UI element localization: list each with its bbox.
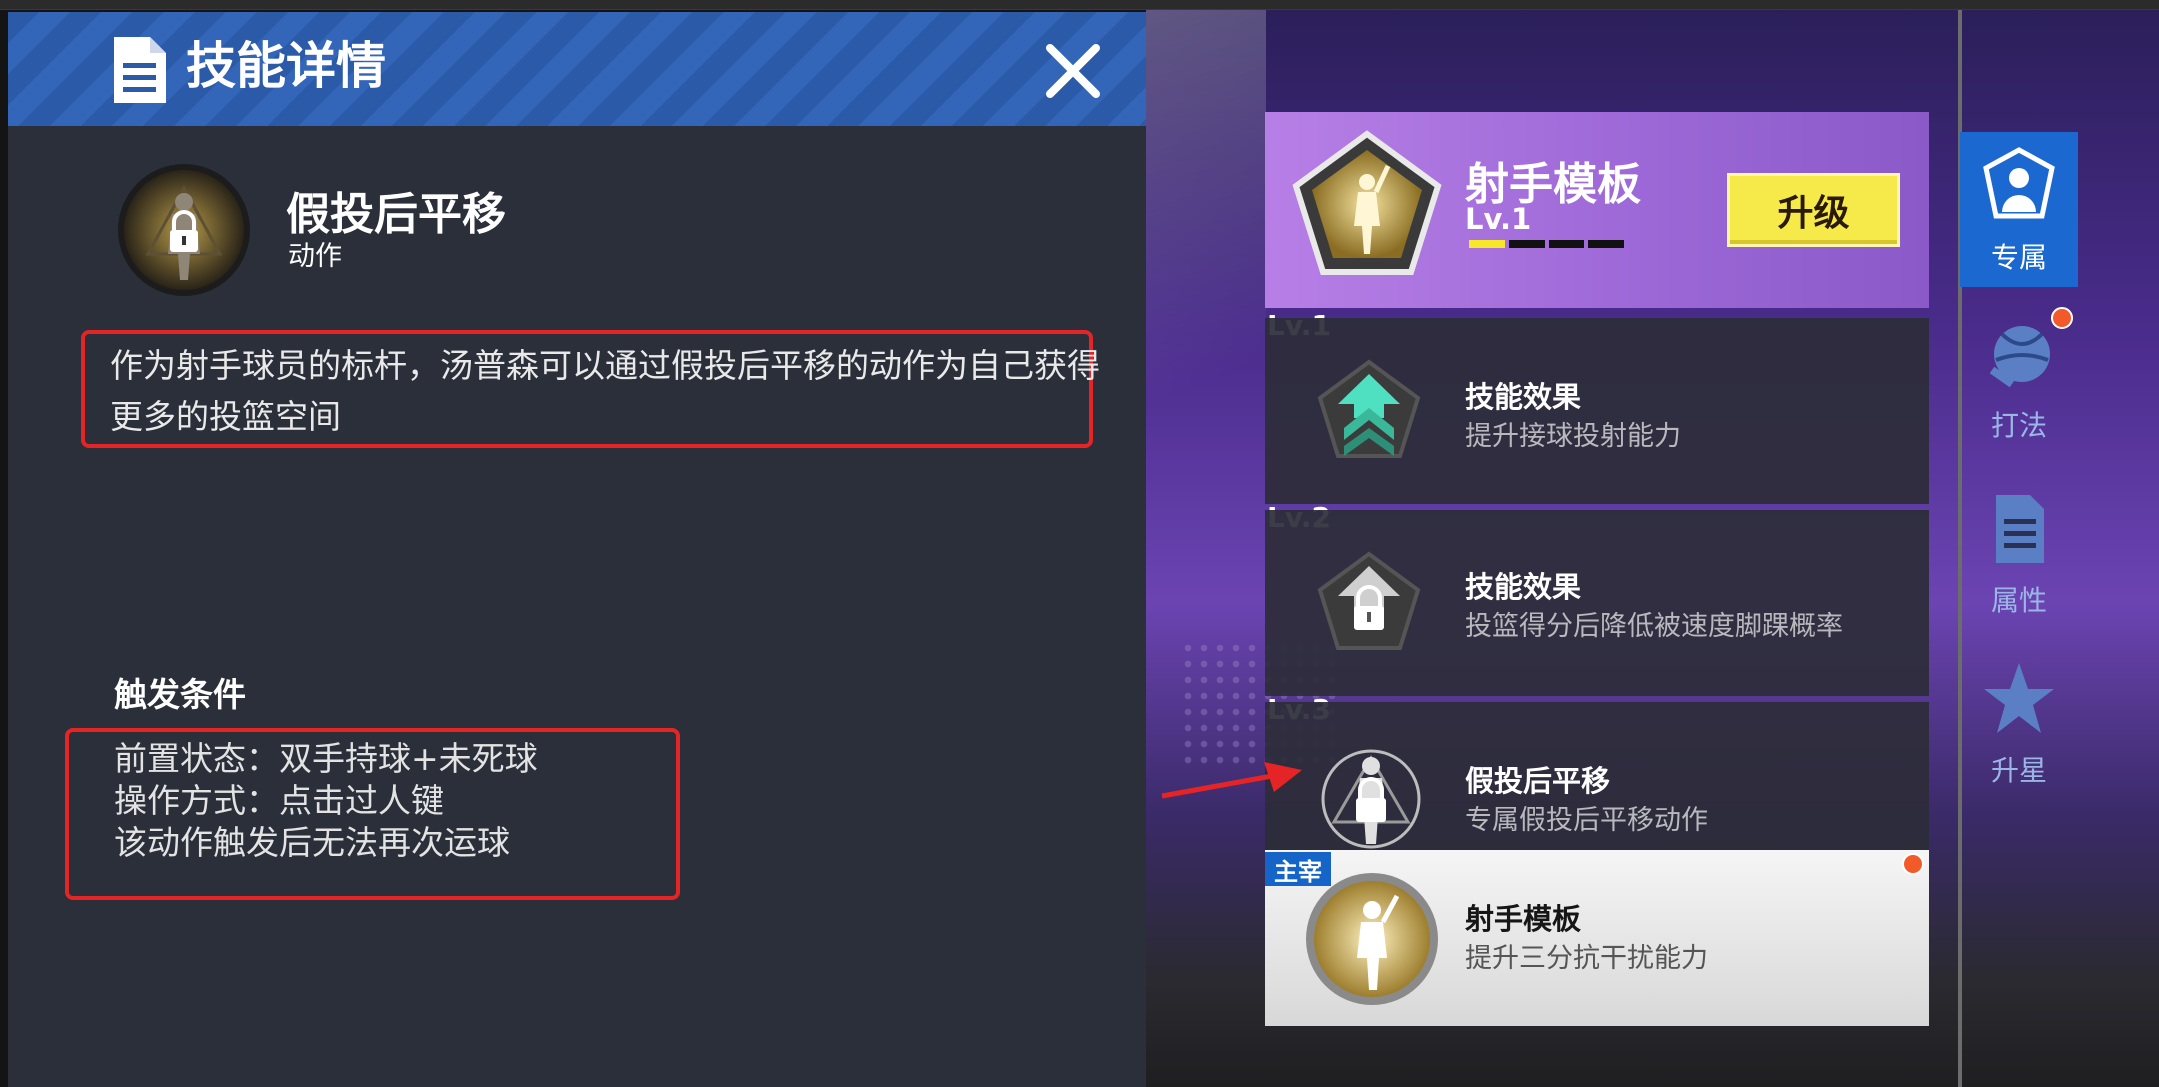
attribute-doc-icon [1996, 495, 2044, 563]
progress-segment [1469, 240, 1505, 248]
level-effect-title: 技能效果 [1465, 570, 1582, 604]
level-effect-desc: 投篮得分后降低被速度脚踝概率 [1465, 611, 1843, 642]
detail-header [8, 12, 1146, 126]
level-effect-title: 假投后平移 [1465, 764, 1611, 798]
tab-exclusive[interactable]: 专属 [1960, 132, 2078, 287]
main-skill-title: 射手模板 [1465, 902, 1582, 936]
level-effect-desc: 专属假投后平移动作 [1465, 805, 1708, 836]
game-screen: 技能详情 假投后平移 动作 作为射手球员的标杆，汤普森可以通过假投后平移的动作为… [0, 0, 2159, 1087]
tab-star-up[interactable]: 升星 [1960, 645, 2078, 800]
arrow-up-icon [1317, 359, 1421, 458]
basketball-notify-icon [1902, 853, 1924, 875]
locked-skill-icon [1321, 749, 1421, 849]
template-level: Lv.1 [1465, 202, 1532, 236]
annotation-arrow [1161, 762, 1302, 799]
condition-item: 操作方式：点击过人键 [114, 781, 444, 820]
star-icon [1984, 663, 2054, 733]
playstyle-notify-icon [2051, 307, 2073, 329]
skill-type: 动作 [288, 241, 342, 272]
level-effect-title: 技能效果 [1465, 380, 1582, 414]
playstyle-icon [1989, 326, 2050, 388]
tab-label: 打法 [1990, 409, 2047, 442]
tab-label: 升星 [1990, 754, 2047, 787]
scene-light-stripe [1146, 10, 1266, 530]
tab-label: 属性 [1990, 584, 2047, 617]
shooter-skill-icon [1306, 873, 1438, 1005]
skill-lock-avatar [118, 164, 250, 296]
progress-segment [1508, 240, 1545, 248]
progress-segment [1548, 240, 1585, 248]
locked-arrow-icon [1317, 551, 1421, 650]
progress-segment [1588, 240, 1624, 248]
document-icon [114, 37, 166, 103]
tab-attributes[interactable]: 属性 [1960, 475, 2078, 630]
upgrade-button[interactable]: 升级 [1727, 173, 1900, 247]
close-icon[interactable] [1038, 36, 1108, 106]
main-skill-desc: 提升三分抗干扰能力 [1465, 943, 1708, 974]
condition-item: 该动作触发后无法再次运球 [114, 823, 510, 862]
skill-detail-panel: 技能详情 假投后平移 动作 作为射手球员的标杆，汤普森可以通过假投后平移的动作为… [8, 12, 1146, 1087]
level-effect-desc: 提升接球投射能力 [1465, 421, 1681, 452]
shooter-badge-icon [1292, 130, 1442, 275]
condition-item: 前置状态：双手持球+未死球 [114, 739, 538, 778]
exclusive-icon [1983, 147, 2055, 219]
detail-title: 技能详情 [186, 37, 386, 95]
top-strip [0, 0, 2159, 10]
skill-description: 作为射手球员的标杆，汤普森可以通过假投后平移的动作为自己获得更多的投篮空间 [110, 346, 1100, 436]
level-progress-bar [1469, 240, 1624, 248]
trigger-conditions-title: 触发条件 [114, 675, 246, 714]
conditions-list: 前置状态：双手持球+未死球 操作方式：点击过人键 该动作触发后无法再次运球 [114, 738, 538, 864]
tab-label: 专属 [1990, 241, 2047, 274]
skill-name: 假投后平移 [286, 189, 506, 240]
